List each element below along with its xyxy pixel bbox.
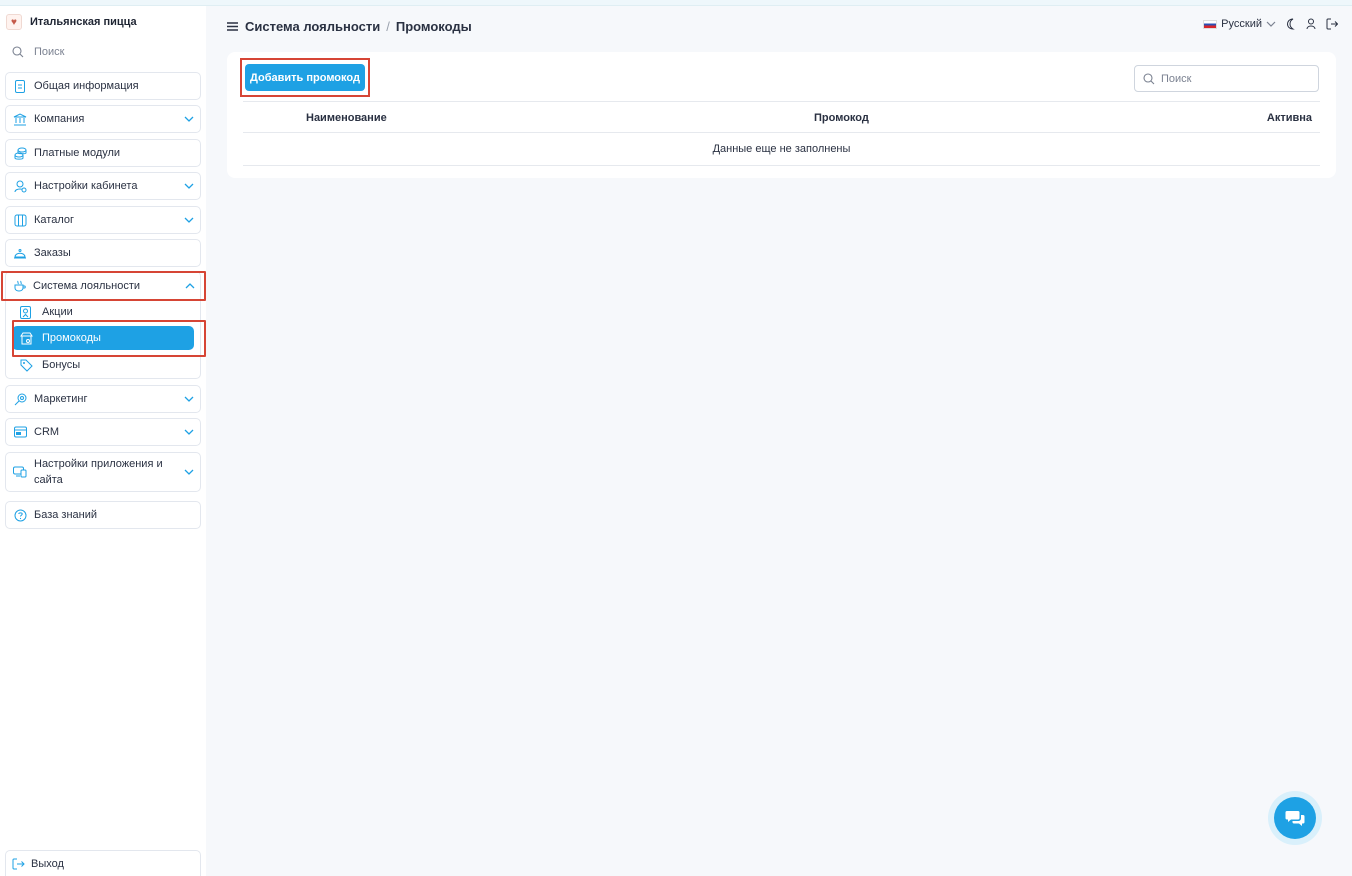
brand[interactable]: ♥ Итальянская пицца xyxy=(6,11,202,33)
add-promocode-button[interactable]: Добавить промокод xyxy=(245,64,365,91)
megaphone-icon xyxy=(12,391,28,407)
chat-button[interactable] xyxy=(1274,797,1316,839)
brand-name: Итальянская пицца xyxy=(30,16,137,28)
chat-bubbles-icon xyxy=(1285,809,1305,827)
sidebar-item-label: CRM xyxy=(34,426,60,438)
book-icon xyxy=(12,212,28,228)
sidebar-item-cabinet-settings[interactable]: Настройки кабинета xyxy=(5,172,201,200)
header-actions: Русский xyxy=(1203,18,1338,30)
chevron-down-icon xyxy=(184,114,194,124)
search-icon xyxy=(12,46,28,58)
highlight-frame-promocodes xyxy=(12,320,206,357)
cloche-icon xyxy=(12,245,28,261)
sidebar-logout[interactable]: Выход xyxy=(5,850,201,876)
chevron-down-icon xyxy=(184,467,194,477)
sidebar-subitem-label: Акции xyxy=(42,306,73,318)
pizza-logo-icon: ♥ xyxy=(6,14,22,30)
badge-icon xyxy=(20,305,34,319)
chevron-down-icon xyxy=(184,427,194,437)
logout-icon[interactable] xyxy=(1326,18,1338,30)
table-search[interactable] xyxy=(1134,65,1319,92)
promocodes-card: Добавить промокод Наименование Промокод … xyxy=(227,52,1336,178)
user-settings-icon xyxy=(12,178,28,194)
sidebar-subitem-bonuses[interactable]: Бонусы xyxy=(12,354,194,376)
language-label: Русский xyxy=(1221,18,1262,30)
empty-state-text: Данные еще не заполнены xyxy=(712,143,851,155)
language-selector[interactable]: Русский xyxy=(1203,18,1276,30)
column-header-name[interactable]: Наименование xyxy=(306,112,387,124)
document-icon xyxy=(12,78,28,94)
moon-icon[interactable] xyxy=(1286,18,1296,30)
sidebar-item-general[interactable]: Общая информация xyxy=(5,72,201,100)
table-header: Наименование Промокод Активна xyxy=(243,101,1320,133)
sidebar-item-label: Каталог xyxy=(34,214,74,226)
russia-flag-icon xyxy=(1203,19,1218,29)
chevron-down-icon xyxy=(184,215,194,225)
help-icon xyxy=(12,507,28,523)
tag-icon xyxy=(20,359,34,372)
logout-label: Выход xyxy=(31,857,64,870)
chevron-down-icon xyxy=(1266,21,1276,27)
column-header-active[interactable]: Активна xyxy=(1267,112,1312,124)
sidebar-item-label: Общая информация xyxy=(34,80,139,92)
breadcrumb-section[interactable]: Система лояльности xyxy=(245,19,380,34)
search-icon xyxy=(1143,72,1155,85)
sidebar-item-label: Настройки кабинета xyxy=(34,180,138,192)
search-input[interactable] xyxy=(1161,72,1311,85)
empty-state-row: Данные еще не заполнены xyxy=(243,133,1320,166)
sidebar-item-app-settings[interactable]: Настройки приложения и сайта xyxy=(5,452,201,492)
logout-icon xyxy=(12,858,25,870)
chevron-down-icon xyxy=(184,181,194,191)
hamburger-menu-icon[interactable] xyxy=(227,22,238,31)
sidebar-item-label: База знаний xyxy=(34,509,98,521)
chat-widget xyxy=(1268,791,1322,845)
column-header-code[interactable]: Промокод xyxy=(814,112,869,124)
highlight-frame-loyalty xyxy=(1,271,206,301)
coins-icon xyxy=(12,145,28,161)
sidebar-item-crm[interactable]: CRM xyxy=(5,418,201,446)
user-icon[interactable] xyxy=(1306,18,1316,30)
sidebar-item-marketing[interactable]: Маркетинг xyxy=(5,385,201,413)
highlight-frame-add-button: Добавить промокод xyxy=(240,58,370,97)
sidebar-item-company[interactable]: Компания xyxy=(5,105,201,133)
chevron-down-icon xyxy=(184,394,194,404)
breadcrumb-separator: / xyxy=(386,19,390,34)
sidebar-item-catalog[interactable]: Каталог xyxy=(5,206,201,234)
bank-icon xyxy=(12,111,28,127)
app-settings-icon xyxy=(12,464,28,480)
promocodes-table: Наименование Промокод Активна Данные еще… xyxy=(243,101,1320,166)
sidebar-subitem-label: Бонусы xyxy=(42,359,81,371)
page-title: Промокоды xyxy=(395,19,472,34)
sidebar-item-label: Заказы xyxy=(34,247,71,259)
crm-icon xyxy=(12,424,28,440)
sidebar-item-label: Маркетинг xyxy=(34,393,88,405)
sidebar-search[interactable]: Поиск xyxy=(6,42,202,62)
sidebar-item-label: Компания xyxy=(34,113,85,125)
sidebar-item-orders[interactable]: Заказы xyxy=(5,239,201,267)
sidebar-item-knowledge-base[interactable]: База знаний xyxy=(5,501,201,529)
sidebar-item-label: Платные модули xyxy=(34,147,121,159)
sidebar-item-label: Настройки приложения и сайта xyxy=(34,458,163,486)
breadcrumb: Система лояльности / Промокоды xyxy=(227,19,472,34)
sidebar-search-label: Поиск xyxy=(34,46,65,58)
sidebar-item-paid-modules[interactable]: Платные модули xyxy=(5,139,201,167)
